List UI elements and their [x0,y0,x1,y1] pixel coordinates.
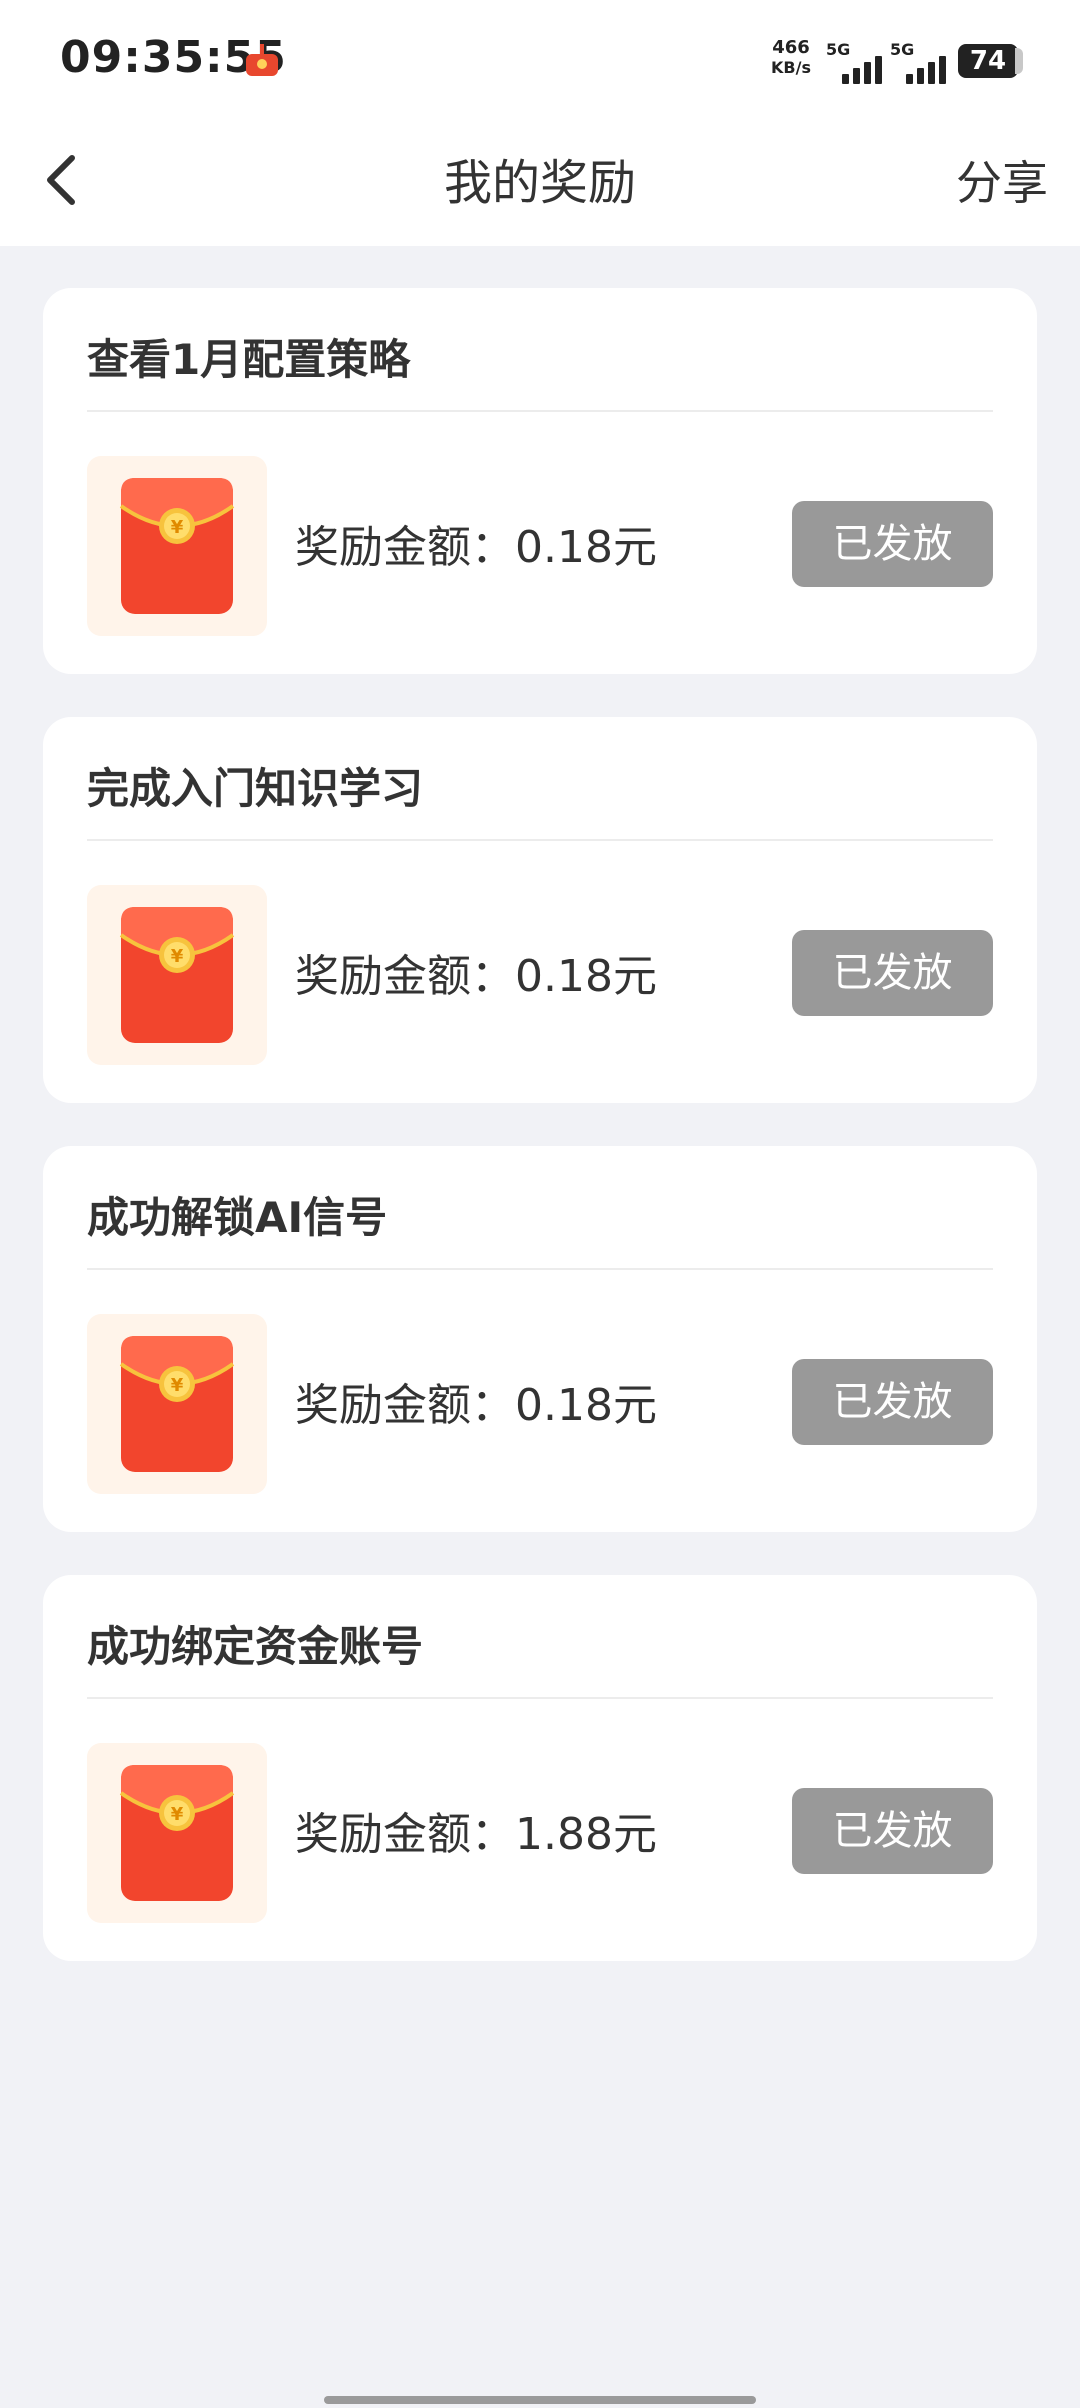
status-bar: 09:35:55 466 KB/s 5G 5G 74 [0,0,1080,120]
reward-status-button[interactable]: 已发放 [792,501,993,587]
reward-image: ¥ [87,1743,267,1923]
divider [87,1268,993,1270]
reward-card: 成功解锁AI信号 ¥ 奖励金额：0.18元 已发放 [43,1146,1037,1532]
reward-title: 成功解锁AI信号 [87,1193,388,1242]
home-indicator[interactable] [324,2396,756,2404]
svg-text:¥: ¥ [171,1804,184,1825]
battery-level: 74 [969,46,1007,76]
reward-card: 成功绑定资金账号 ¥ 奖励金额：1.88元 已发放 [43,1575,1037,1961]
page-title: 我的奖励 [443,155,636,211]
reward-title: 成功绑定资金账号 [87,1622,424,1671]
network-speed: 466 KB/s [766,38,816,78]
divider [87,1697,993,1699]
red-envelope-icon: ¥ [119,1765,235,1901]
reward-amount-row: 奖励金额：1.88元 [295,1793,657,1877]
sim2-network-tag: 5G [890,40,915,59]
reward-status-button[interactable]: 已发放 [792,1788,993,1874]
network-speed-unit: KB/s [771,58,811,77]
reward-status-button[interactable]: 已发放 [792,930,993,1016]
red-envelope-icon: ¥ [119,1336,235,1472]
svg-text:¥: ¥ [171,946,184,967]
red-envelope-icon: ¥ [119,478,235,614]
reward-amount-value: 0.18元 [515,522,657,573]
reward-amount-label: 奖励金额： [295,522,515,573]
sim2-signal-icon: 5G [890,40,950,84]
reward-card: 完成入门知识学习 ¥ 奖励金额：0.18元 已发放 [43,717,1037,1103]
reward-amount-label: 奖励金额： [295,1809,515,1860]
reward-amount-label: 奖励金额： [295,951,515,1002]
back-button[interactable] [30,142,110,222]
reward-image: ¥ [87,456,267,636]
reward-title: 完成入门知识学习 [87,764,424,813]
reward-amount-row: 奖励金额：0.18元 [295,935,657,1019]
divider [87,410,993,412]
nav-bar: 我的奖励 分享 [0,120,1080,246]
share-button[interactable]: 分享 [956,120,1048,246]
reward-amount-row: 奖励金额：0.18元 [295,506,657,590]
reward-image: ¥ [87,885,267,1065]
reward-card: 查看1月配置策略 ¥ 奖励金额：0.18元 已发放 [43,288,1037,674]
reward-status-button[interactable]: 已发放 [792,1359,993,1445]
svg-text:¥: ¥ [171,1375,184,1396]
chevron-left-icon [47,155,75,205]
sim1-network-tag: 5G [826,40,851,59]
reward-image: ¥ [87,1314,267,1494]
divider [87,839,993,841]
reward-list: 查看1月配置策略 ¥ 奖励金额：0.18元 已发放 完成入门知识学习 ¥ 奖励金… [43,288,1037,2004]
sim1-signal-icon: 5G [826,40,886,84]
red-envelope-icon: ¥ [119,907,235,1043]
reward-amount-value: 0.18元 [515,951,657,1002]
network-speed-value: 466 [772,37,810,58]
svg-text:¥: ¥ [171,517,184,538]
app-notification-icon [246,44,278,76]
reward-amount-value: 0.18元 [515,1380,657,1431]
reward-title: 查看1月配置策略 [87,335,411,384]
reward-amount-value: 1.88元 [515,1809,657,1860]
reward-amount-row: 奖励金额：0.18元 [295,1364,657,1448]
reward-amount-label: 奖励金额： [295,1380,515,1431]
